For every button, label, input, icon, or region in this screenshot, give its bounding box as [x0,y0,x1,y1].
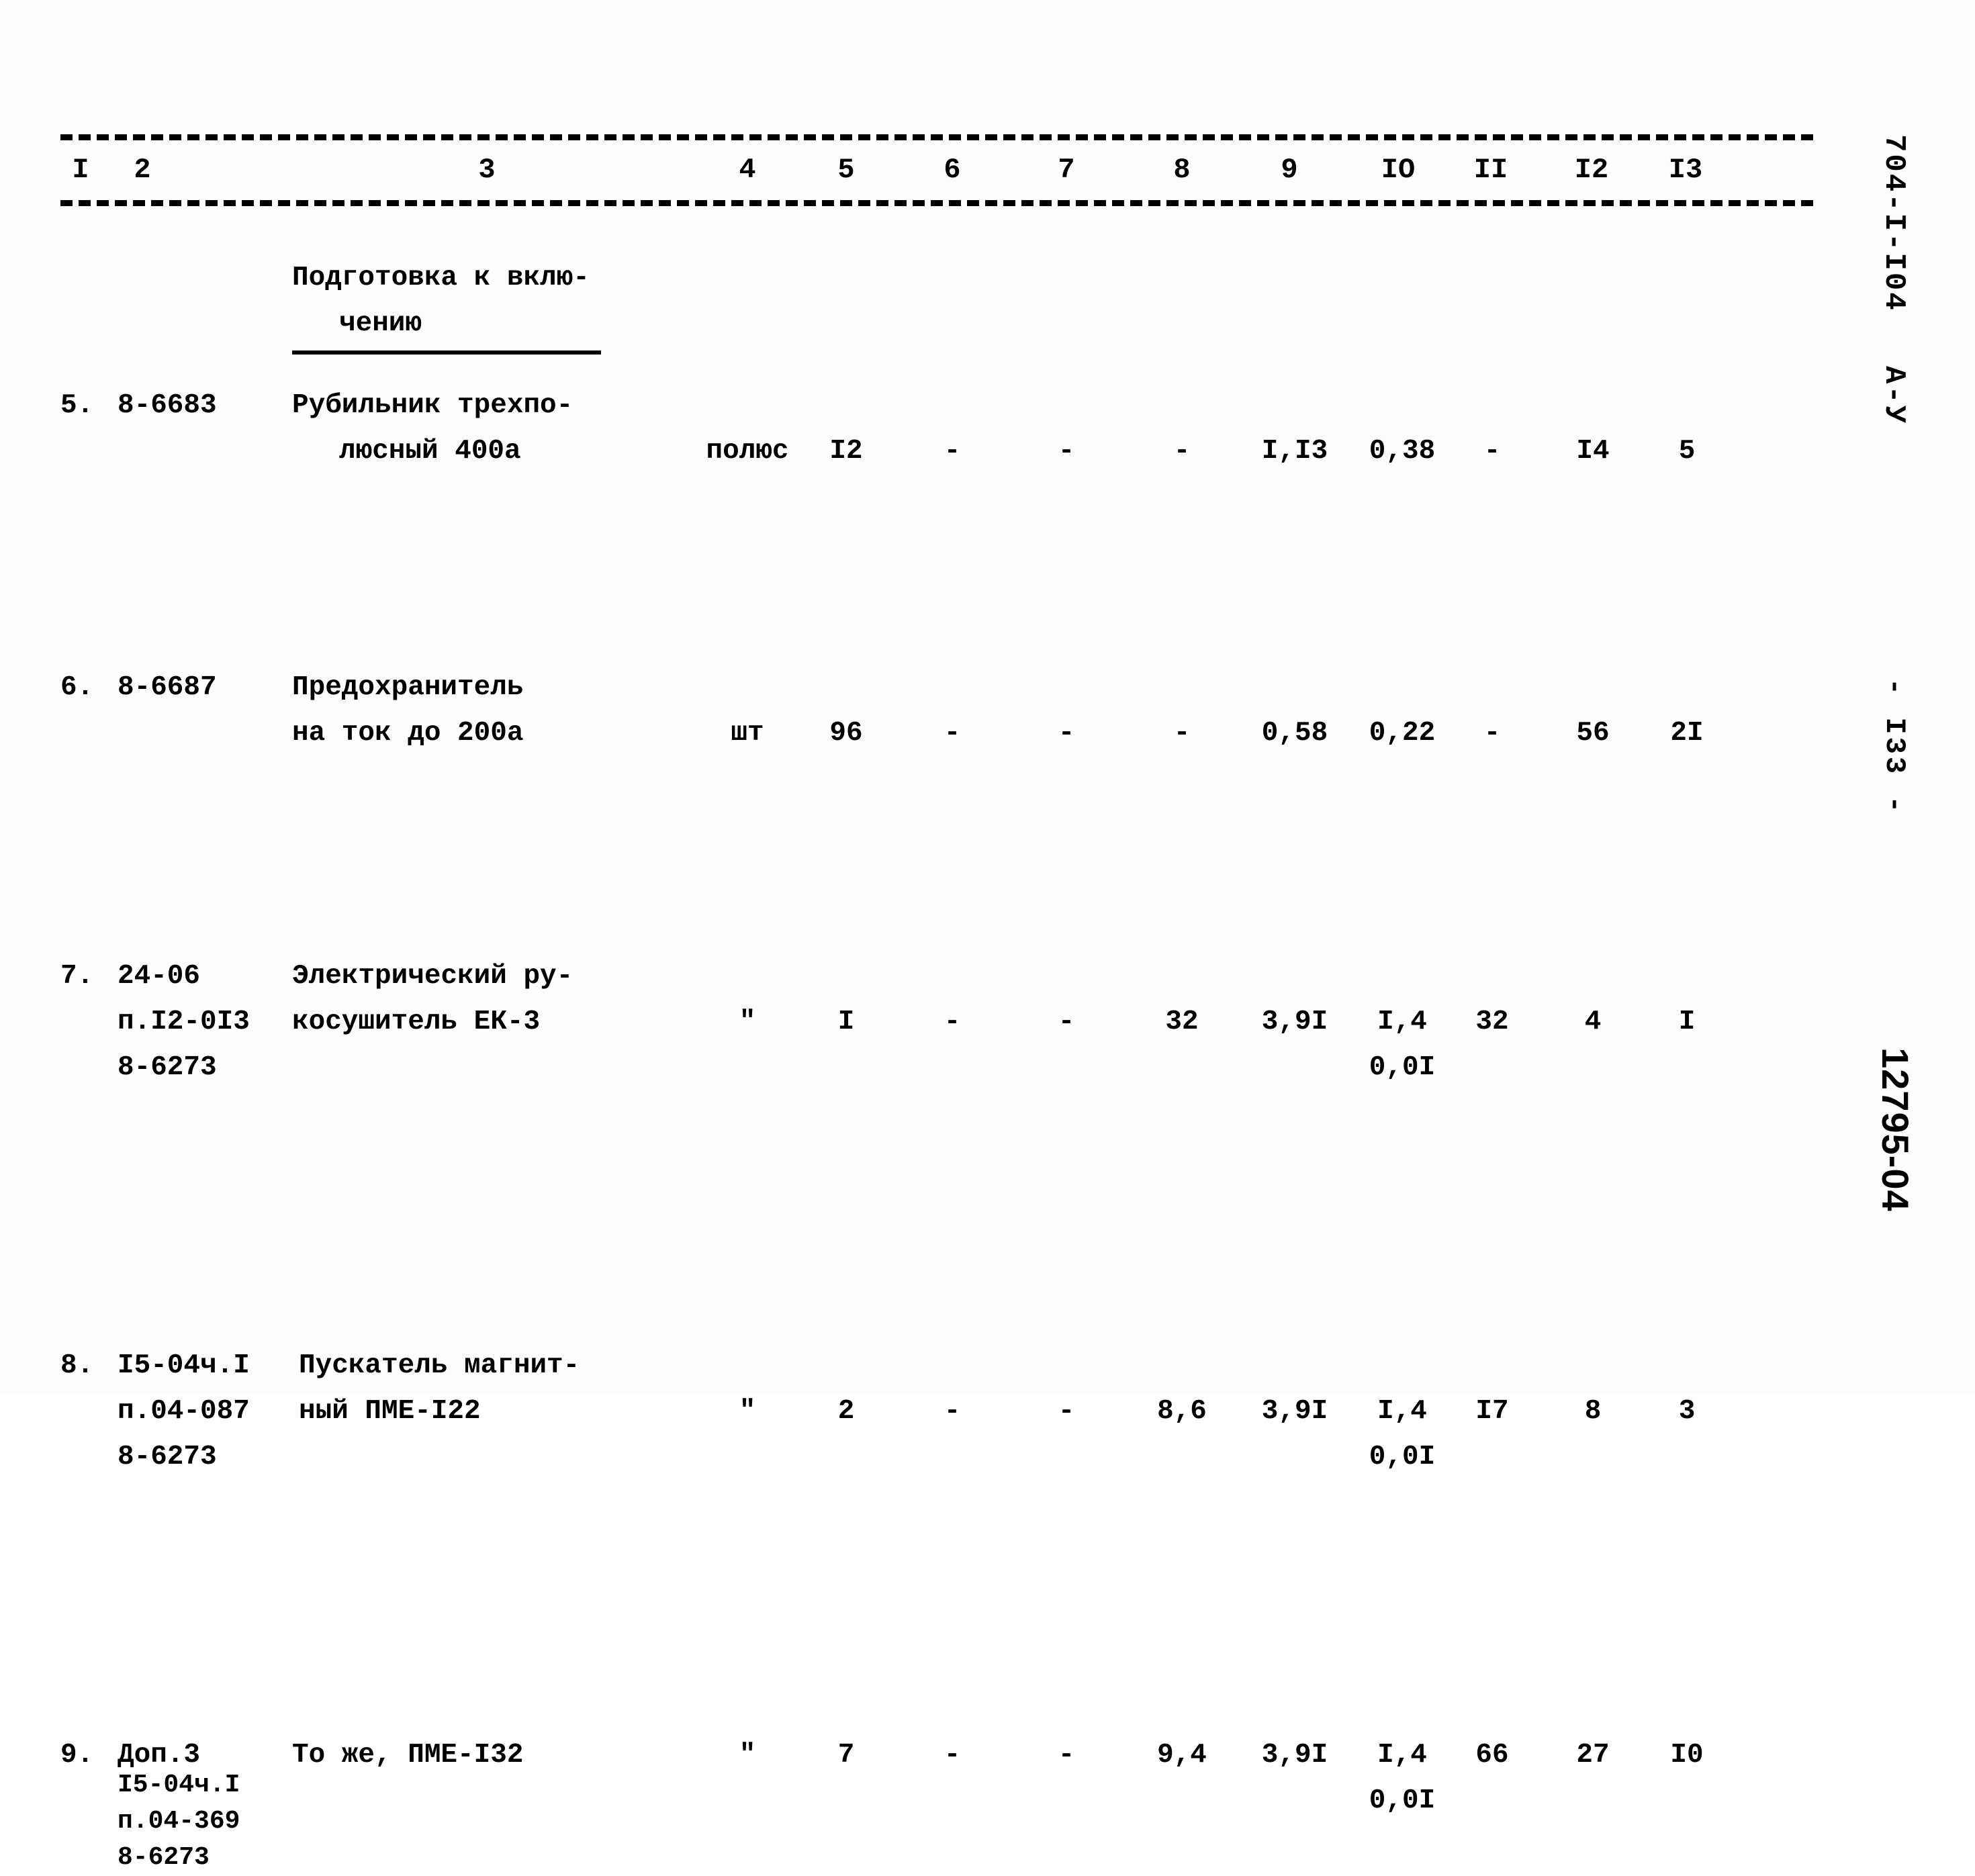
column-number-1: I [72,154,89,186]
column-number-10: IO [1381,154,1416,186]
column-number-9: 9 [1281,154,1298,186]
row-col9: 3,9I [1261,1396,1328,1427]
row-name-line-2: ный ПМЕ-I22 [299,1396,481,1427]
row-col13: I0 [1670,1740,1704,1771]
row-col11: 66 [1475,1740,1509,1771]
column-number-7: 7 [1058,154,1075,186]
document-subcode-stamp: А-У [1877,366,1911,426]
column-number-6: 6 [944,154,961,186]
row-col7: - [1058,1396,1075,1427]
row-name-line-1: То же, ПМЕ-I32 [292,1740,524,1771]
column-number-13: I3 [1668,154,1703,186]
column-number-row: I 2 3 4 5 6 7 8 9 IO II I2 I3 [40,149,1813,196]
column-number-8: 8 [1173,154,1191,186]
table-row: 8. I5-04ч.I п.04-087 8-6273 Пускатель ма… [40,678,1813,1472]
column-number-3: 3 [478,154,496,186]
column-number-2: 2 [134,154,151,186]
table-header-top-rule [60,134,1813,140]
row-col10-upper: I,4 [1377,1740,1427,1771]
row-name-line-1: Пускатель магнит- [299,1350,580,1381]
row-col12: 27 [1576,1740,1610,1771]
page-number-stamp: - I33 - [1878,678,1911,816]
table-row: 5. 8-6683 Рубильник трехпо- люсный 400а … [40,228,1813,467]
row-col13: 3 [1678,1396,1696,1427]
row-number: 8. [60,1350,94,1381]
row-code-line-3: 8-6273 [118,1442,217,1472]
row-col12: 8 [1584,1396,1602,1427]
row-code-line-2: I5-04ч.I [118,1771,240,1799]
table-body: Подготовка к вклю- чению 5. 8-6683 Рубил… [40,228,1813,1872]
column-number-12: I2 [1574,154,1609,186]
column-number-4: 4 [739,154,756,186]
row-col11: I7 [1475,1396,1509,1427]
row-col7: - [1058,1740,1075,1771]
row-col5: 2 [837,1396,855,1427]
row-col10-upper: I,4 [1377,1396,1427,1427]
table-header-bottom-rule [60,200,1813,206]
row-col6: - [944,1740,961,1771]
table-row: 7. 24-06 п.I2-0I3 8-6273 Электрический р… [40,497,1813,1083]
row-col4: " [739,1396,756,1427]
column-number-5: 5 [837,154,855,186]
row-code-line-3: п.04-369 [118,1807,240,1836]
column-number-11: II [1473,154,1508,186]
row-number: 9. [60,1740,94,1771]
row-col9: 3,9I [1261,1740,1328,1771]
row-col4: " [739,1740,756,1771]
row-col10-lower: 0,0I [1369,1785,1436,1816]
row-code-line-2: п.04-087 [118,1396,250,1427]
handwritten-number: 12795-04 [1874,1047,1917,1212]
row-col6: - [944,1396,961,1427]
row-code-line-1: I5-04ч.I [118,1350,250,1381]
row-col8: 9,4 [1157,1740,1207,1771]
table-row: 6. 8-6687 Предохранитель на ток до 200а … [40,363,1813,749]
row-col5: 7 [837,1740,855,1771]
row-col8: 8,6 [1157,1396,1207,1427]
document-code-stamp: 704-I-I04 [1877,134,1911,312]
document-page: I 2 3 4 5 6 7 8 9 IO II I2 I3 Подготовка… [0,0,1975,1872]
row-col10-lower: 0,0I [1369,1442,1436,1472]
table-row: 9. Доп.3 I5-04ч.I п.04-369 8-6273 То же,… [40,859,1813,1872]
row-code-line-4: 8-6273 [118,1843,210,1872]
